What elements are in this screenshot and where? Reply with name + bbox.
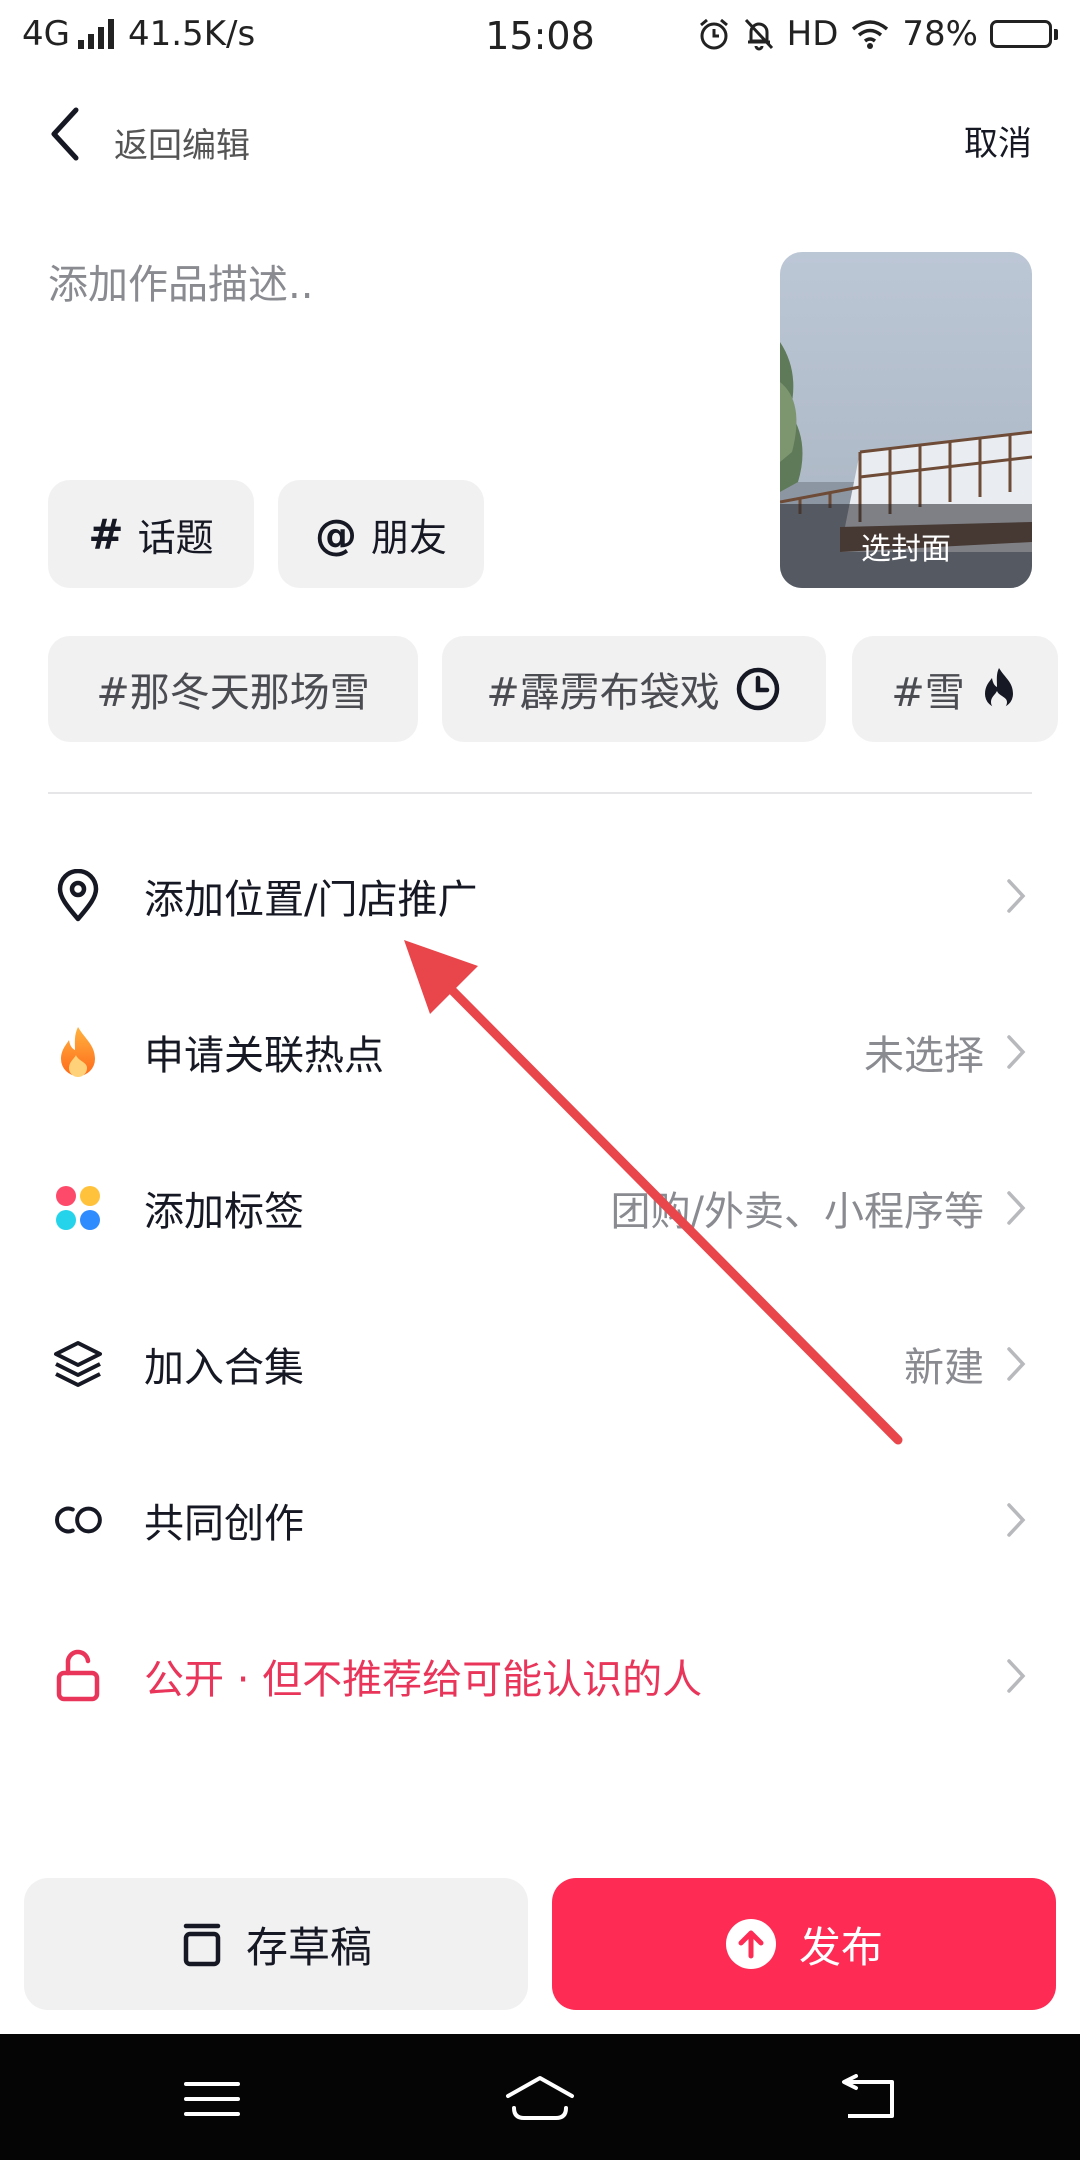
suggested-tag[interactable]: #霹雳布袋戏 [442,636,826,742]
publish-label: 发布 [798,1922,883,1972]
menu-icon[interactable] [172,2074,252,2124]
colorful-dots-icon [50,1180,106,1236]
friend-chip[interactable]: @ 朋友 [278,480,484,588]
chevron-right-icon [1007,1191,1026,1225]
back-label[interactable]: 返回编辑 [114,118,250,167]
chevron-right-icon [1007,879,1026,913]
description-input[interactable]: 添加作品描述.. [48,252,728,310]
divider [48,792,1032,794]
hd-indicator: HD [786,14,839,54]
row-label: 申请关联热点 [144,1033,384,1079]
tag-text: #霹雳布袋戏 [486,670,720,716]
suggested-tag[interactable]: #那冬天那场雪 [48,636,418,742]
back-button[interactable] [44,104,96,174]
publish-button[interactable]: 发布 [552,1878,1056,2010]
hash-icon: # [88,509,124,559]
mute-bell-icon [744,18,773,51]
chevron-right-icon [1007,1659,1026,1693]
unlock-icon [50,1648,106,1704]
topic-chip[interactable]: # 话题 [48,480,254,588]
row-privacy[interactable]: 公开 · 但不推荐给可能认识的人 [0,1598,1080,1754]
battery-icon [990,20,1058,48]
row-co-create[interactable]: 共同创作 [0,1442,1080,1598]
row-label: 共同创作 [144,1501,304,1547]
tag-text: #雪 [891,670,965,716]
save-draft-button[interactable]: 存草稿 [24,1878,528,2010]
cancel-button[interactable]: 取消 [964,116,1032,165]
chevron-right-icon [1007,1503,1026,1537]
topic-label: 话题 [137,515,214,560]
tag-text: #那冬天那场雪 [96,670,370,716]
row-add-location[interactable]: 添加位置/门店推广 [0,818,1080,974]
flame-icon [984,668,1013,710]
save-draft-label: 存草稿 [245,1922,372,1972]
suggested-tag[interactable]: #雪 [852,636,1058,742]
row-value: 新建 [904,1345,984,1391]
draft-icon [183,1923,221,1967]
home-icon[interactable] [500,2074,580,2124]
row-value: 团购/外卖、小程序等 [610,1189,984,1235]
chevron-left-icon [51,107,79,161]
upload-arrow-icon [725,1919,776,1969]
row-label: 公开 · 但不推荐给可能认识的人 [144,1657,703,1703]
back-nav-icon[interactable] [830,2074,910,2124]
battery-percent: 78% [902,14,978,54]
row-label: 添加位置/门店推广 [144,877,478,923]
status-bar: 4G 41.5K/s 15:08 HD 78% [0,0,1080,72]
row-label: 添加标签 [144,1189,304,1235]
system-nav-bar [0,2034,1080,2160]
hotspot-flame-icon [50,1024,106,1080]
row-value: 未选择 [864,1033,984,1079]
location-pin-icon [50,868,106,924]
layers-icon [50,1336,106,1392]
cover-thumbnail[interactable]: 选封面 [780,252,1032,588]
row-label: 加入合集 [144,1345,304,1391]
row-add-tag[interactable]: 添加标签 团购/外卖、小程序等 [0,1130,1080,1286]
wifi-icon [852,20,889,49]
cover-label: 选封面 [780,504,1032,588]
row-hotspot[interactable]: 申请关联热点 未选择 [0,974,1080,1130]
row-add-collection[interactable]: 加入合集 新建 [0,1286,1080,1442]
clock-icon [736,667,779,711]
chevron-right-icon [1007,1035,1026,1069]
co-create-icon [50,1492,106,1548]
friend-label: 朋友 [370,515,447,560]
at-icon: @ [314,509,357,559]
chevron-right-icon [1007,1347,1026,1381]
alarm-icon [699,18,728,50]
